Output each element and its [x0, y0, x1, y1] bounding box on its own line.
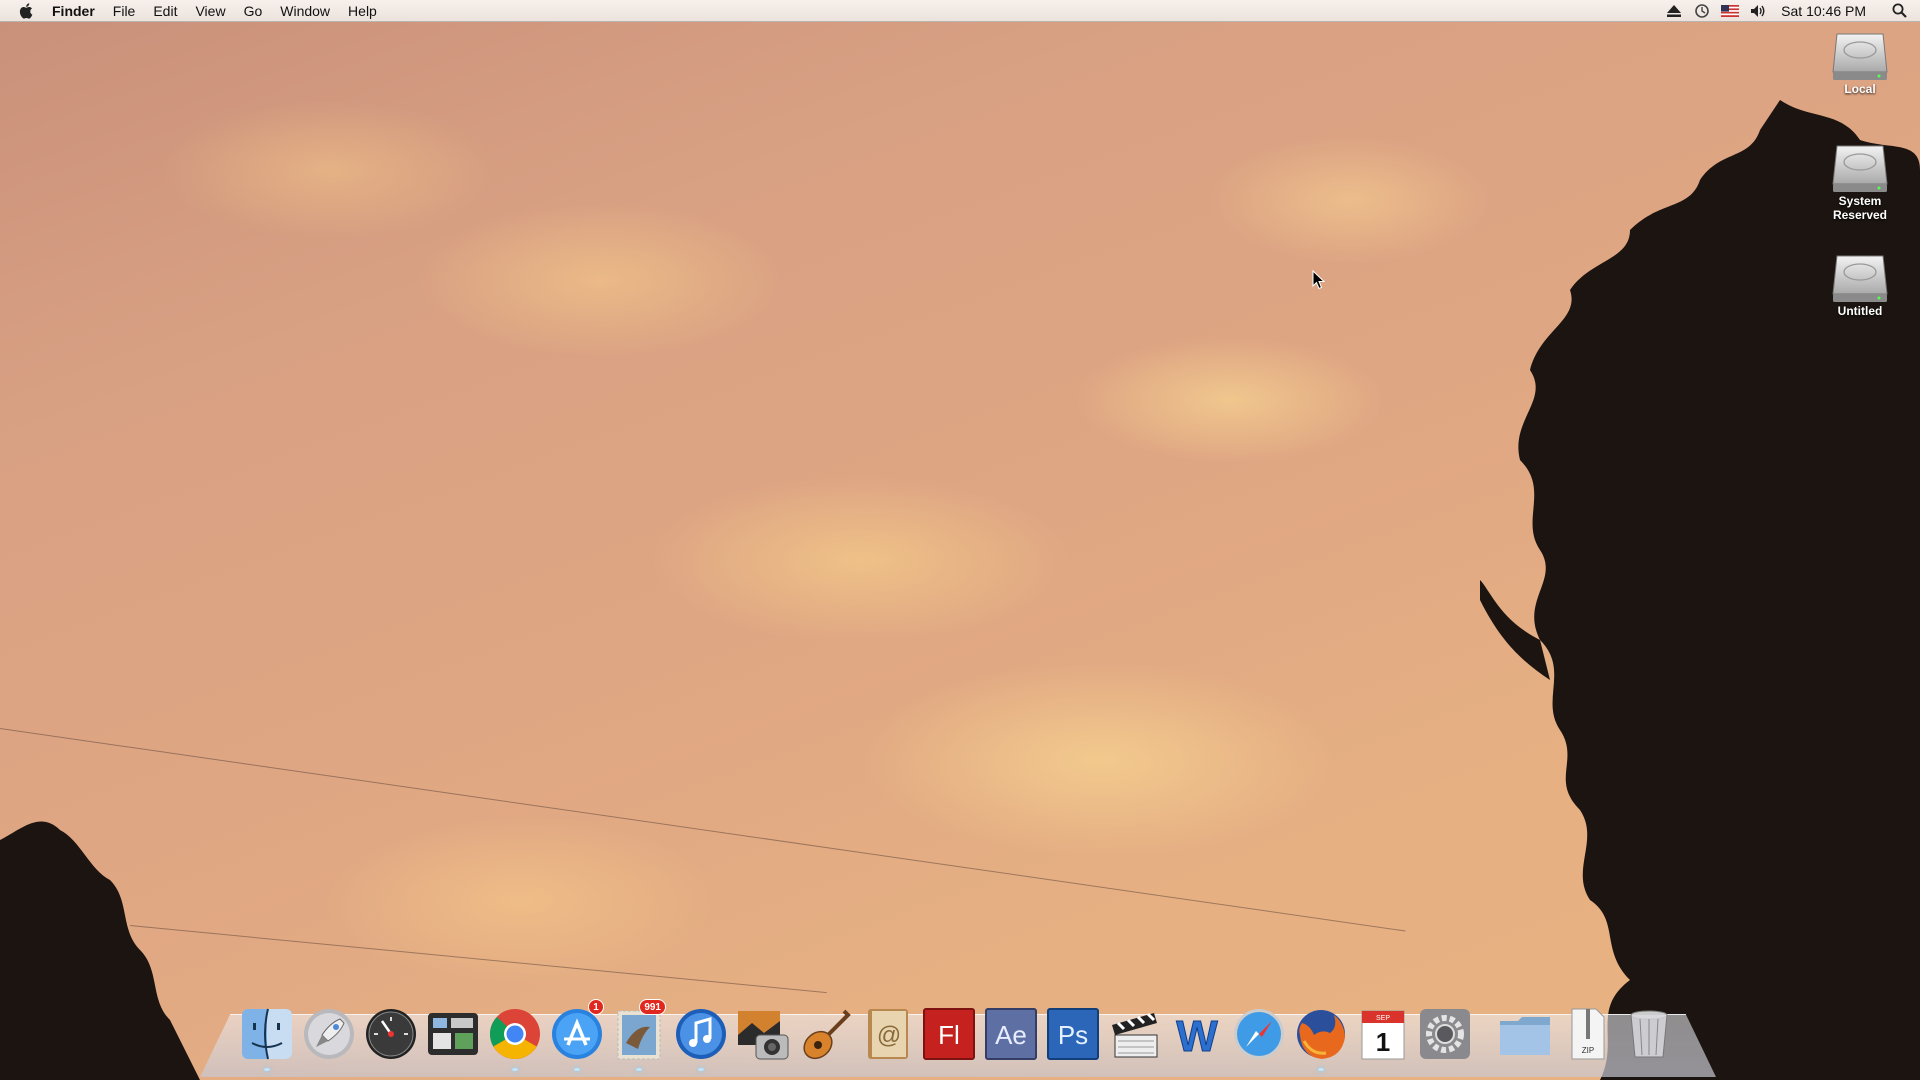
after-effects-icon: Ae	[985, 1008, 1037, 1060]
spotlight-icon[interactable]	[1890, 3, 1908, 19]
dock-item-garageband[interactable]	[796, 1005, 854, 1063]
calendar-icon: SEP 1	[1361, 1010, 1405, 1060]
running-indicator	[636, 1068, 642, 1071]
running-indicator	[264, 1068, 270, 1071]
hard-drive-icon	[1831, 140, 1889, 194]
dock-item-safari[interactable]	[1230, 1005, 1288, 1063]
dock-item-mail[interactable]: 991	[610, 999, 668, 1071]
trash-icon	[1630, 1010, 1668, 1058]
guitar-icon	[803, 1009, 851, 1060]
after-effects-label: Ae	[995, 1020, 1027, 1050]
hard-drive-icon	[1831, 28, 1889, 82]
word-label: W	[1176, 1012, 1218, 1061]
camera-icon	[738, 1011, 789, 1060]
menu-go[interactable]: Go	[244, 0, 263, 22]
desktop-wallpaper	[0, 0, 1920, 1080]
desktop-drive-untitled[interactable]: Untitled	[1817, 250, 1903, 318]
flash-icon: Fl	[923, 1008, 975, 1060]
eject-icon[interactable]	[1665, 3, 1683, 19]
running-indicator	[698, 1068, 704, 1071]
dock-item-final-cut[interactable]	[1106, 1005, 1164, 1063]
gear-icon	[1420, 1009, 1470, 1059]
notification-badge: 991	[639, 999, 666, 1015]
menu-view[interactable]: View	[195, 0, 225, 22]
photoshop-label: Ps	[1058, 1020, 1088, 1050]
apple-menu-icon[interactable]	[18, 2, 36, 20]
menu-help[interactable]: Help	[348, 0, 377, 22]
photoshop-icon: Ps	[1047, 1008, 1099, 1060]
menu-bar: Finder File Edit View Go Window Help Sat…	[0, 0, 1920, 22]
hard-drive-icon	[1831, 250, 1889, 304]
calendar-day: 1	[1376, 1027, 1390, 1057]
dock-item-flash[interactable]: Fl	[920, 1005, 978, 1063]
speedometer-icon	[366, 1009, 416, 1059]
dock-item-app-store[interactable]: 1	[548, 999, 606, 1071]
time-machine-icon[interactable]	[1693, 3, 1711, 19]
desktop-icon-label: Local	[1844, 82, 1876, 96]
svg-text:@: @	[877, 1022, 901, 1049]
menu-file[interactable]: File	[113, 0, 136, 22]
menu-clock[interactable]: Sat 10:46 PM	[1781, 3, 1866, 19]
dock-item-trash[interactable]	[1620, 1005, 1678, 1063]
dock-item-system-preferences[interactable]	[1416, 1005, 1474, 1063]
volume-icon[interactable]	[1749, 3, 1767, 19]
desktop-icon-label: Untitled	[1837, 304, 1883, 318]
flash-label: Fl	[938, 1020, 960, 1050]
tree-silhouette-right	[1480, 100, 1920, 1080]
firefox-icon	[1297, 1010, 1345, 1059]
app-menu-finder[interactable]: Finder	[52, 0, 95, 22]
notification-badge: 1	[588, 999, 604, 1015]
dock-item-address-book[interactable]: @	[858, 1005, 916, 1063]
dock-item-zip-file[interactable]: ZIP	[1558, 1005, 1616, 1063]
power-line	[0, 728, 1406, 932]
dock-item-finder[interactable]	[238, 1005, 296, 1071]
dock-item-word[interactable]: W	[1168, 1005, 1226, 1063]
dock-item-mission-control[interactable]	[424, 1005, 482, 1063]
power-line	[129, 925, 827, 994]
dock-item-dashboard[interactable]	[362, 1005, 420, 1063]
us-flag-icon[interactable]	[1721, 3, 1740, 19]
dock-item-after-effects[interactable]: Ae	[982, 1005, 1040, 1063]
running-indicator	[574, 1068, 580, 1071]
dock-separator	[1478, 1005, 1496, 1063]
itunes-icon	[676, 1009, 726, 1059]
calendar-month: SEP	[1376, 1015, 1390, 1022]
dock-item-folder[interactable]	[1496, 1005, 1554, 1063]
mouse-cursor-icon	[1312, 270, 1326, 290]
word-icon: W	[1176, 1012, 1219, 1062]
address-book-icon: @	[868, 1009, 908, 1059]
desktop-icon-label: System Reserved	[1832, 194, 1888, 222]
compass-icon	[1234, 1009, 1284, 1059]
dock-item-itunes[interactable]	[672, 1005, 730, 1071]
dock-item-ical[interactable]: SEP 1	[1354, 1005, 1412, 1063]
rocket-icon	[304, 1009, 354, 1059]
dock: 1 991 @ Fl Ae Ps W SEP 1 ZIP	[238, 999, 1682, 1071]
running-indicator	[512, 1068, 518, 1071]
chrome-icon	[490, 1009, 540, 1059]
dock-item-photo-booth[interactable]	[734, 1005, 792, 1063]
menu-window[interactable]: Window	[280, 0, 330, 22]
zip-label: ZIP	[1582, 1046, 1594, 1055]
menu-edit[interactable]: Edit	[153, 0, 177, 22]
dock-item-chrome[interactable]	[486, 1005, 544, 1071]
clapper-icon	[1112, 1012, 1158, 1058]
tree-silhouette-left	[0, 821, 200, 1080]
dock-item-photoshop[interactable]: Ps	[1044, 1005, 1102, 1063]
dock-item-firefox[interactable]	[1292, 1005, 1350, 1071]
folder-icon	[1500, 1017, 1550, 1055]
running-indicator	[1318, 1068, 1324, 1071]
zip-file-icon: ZIP	[1571, 1008, 1605, 1060]
desktop-drive-local[interactable]: Local	[1817, 28, 1903, 96]
mission-control-icon	[428, 1013, 478, 1055]
finder-icon	[242, 1008, 292, 1060]
desktop-drive-system-reserved[interactable]: System Reserved	[1817, 140, 1903, 222]
dock-item-launchpad[interactable]	[300, 1005, 358, 1063]
